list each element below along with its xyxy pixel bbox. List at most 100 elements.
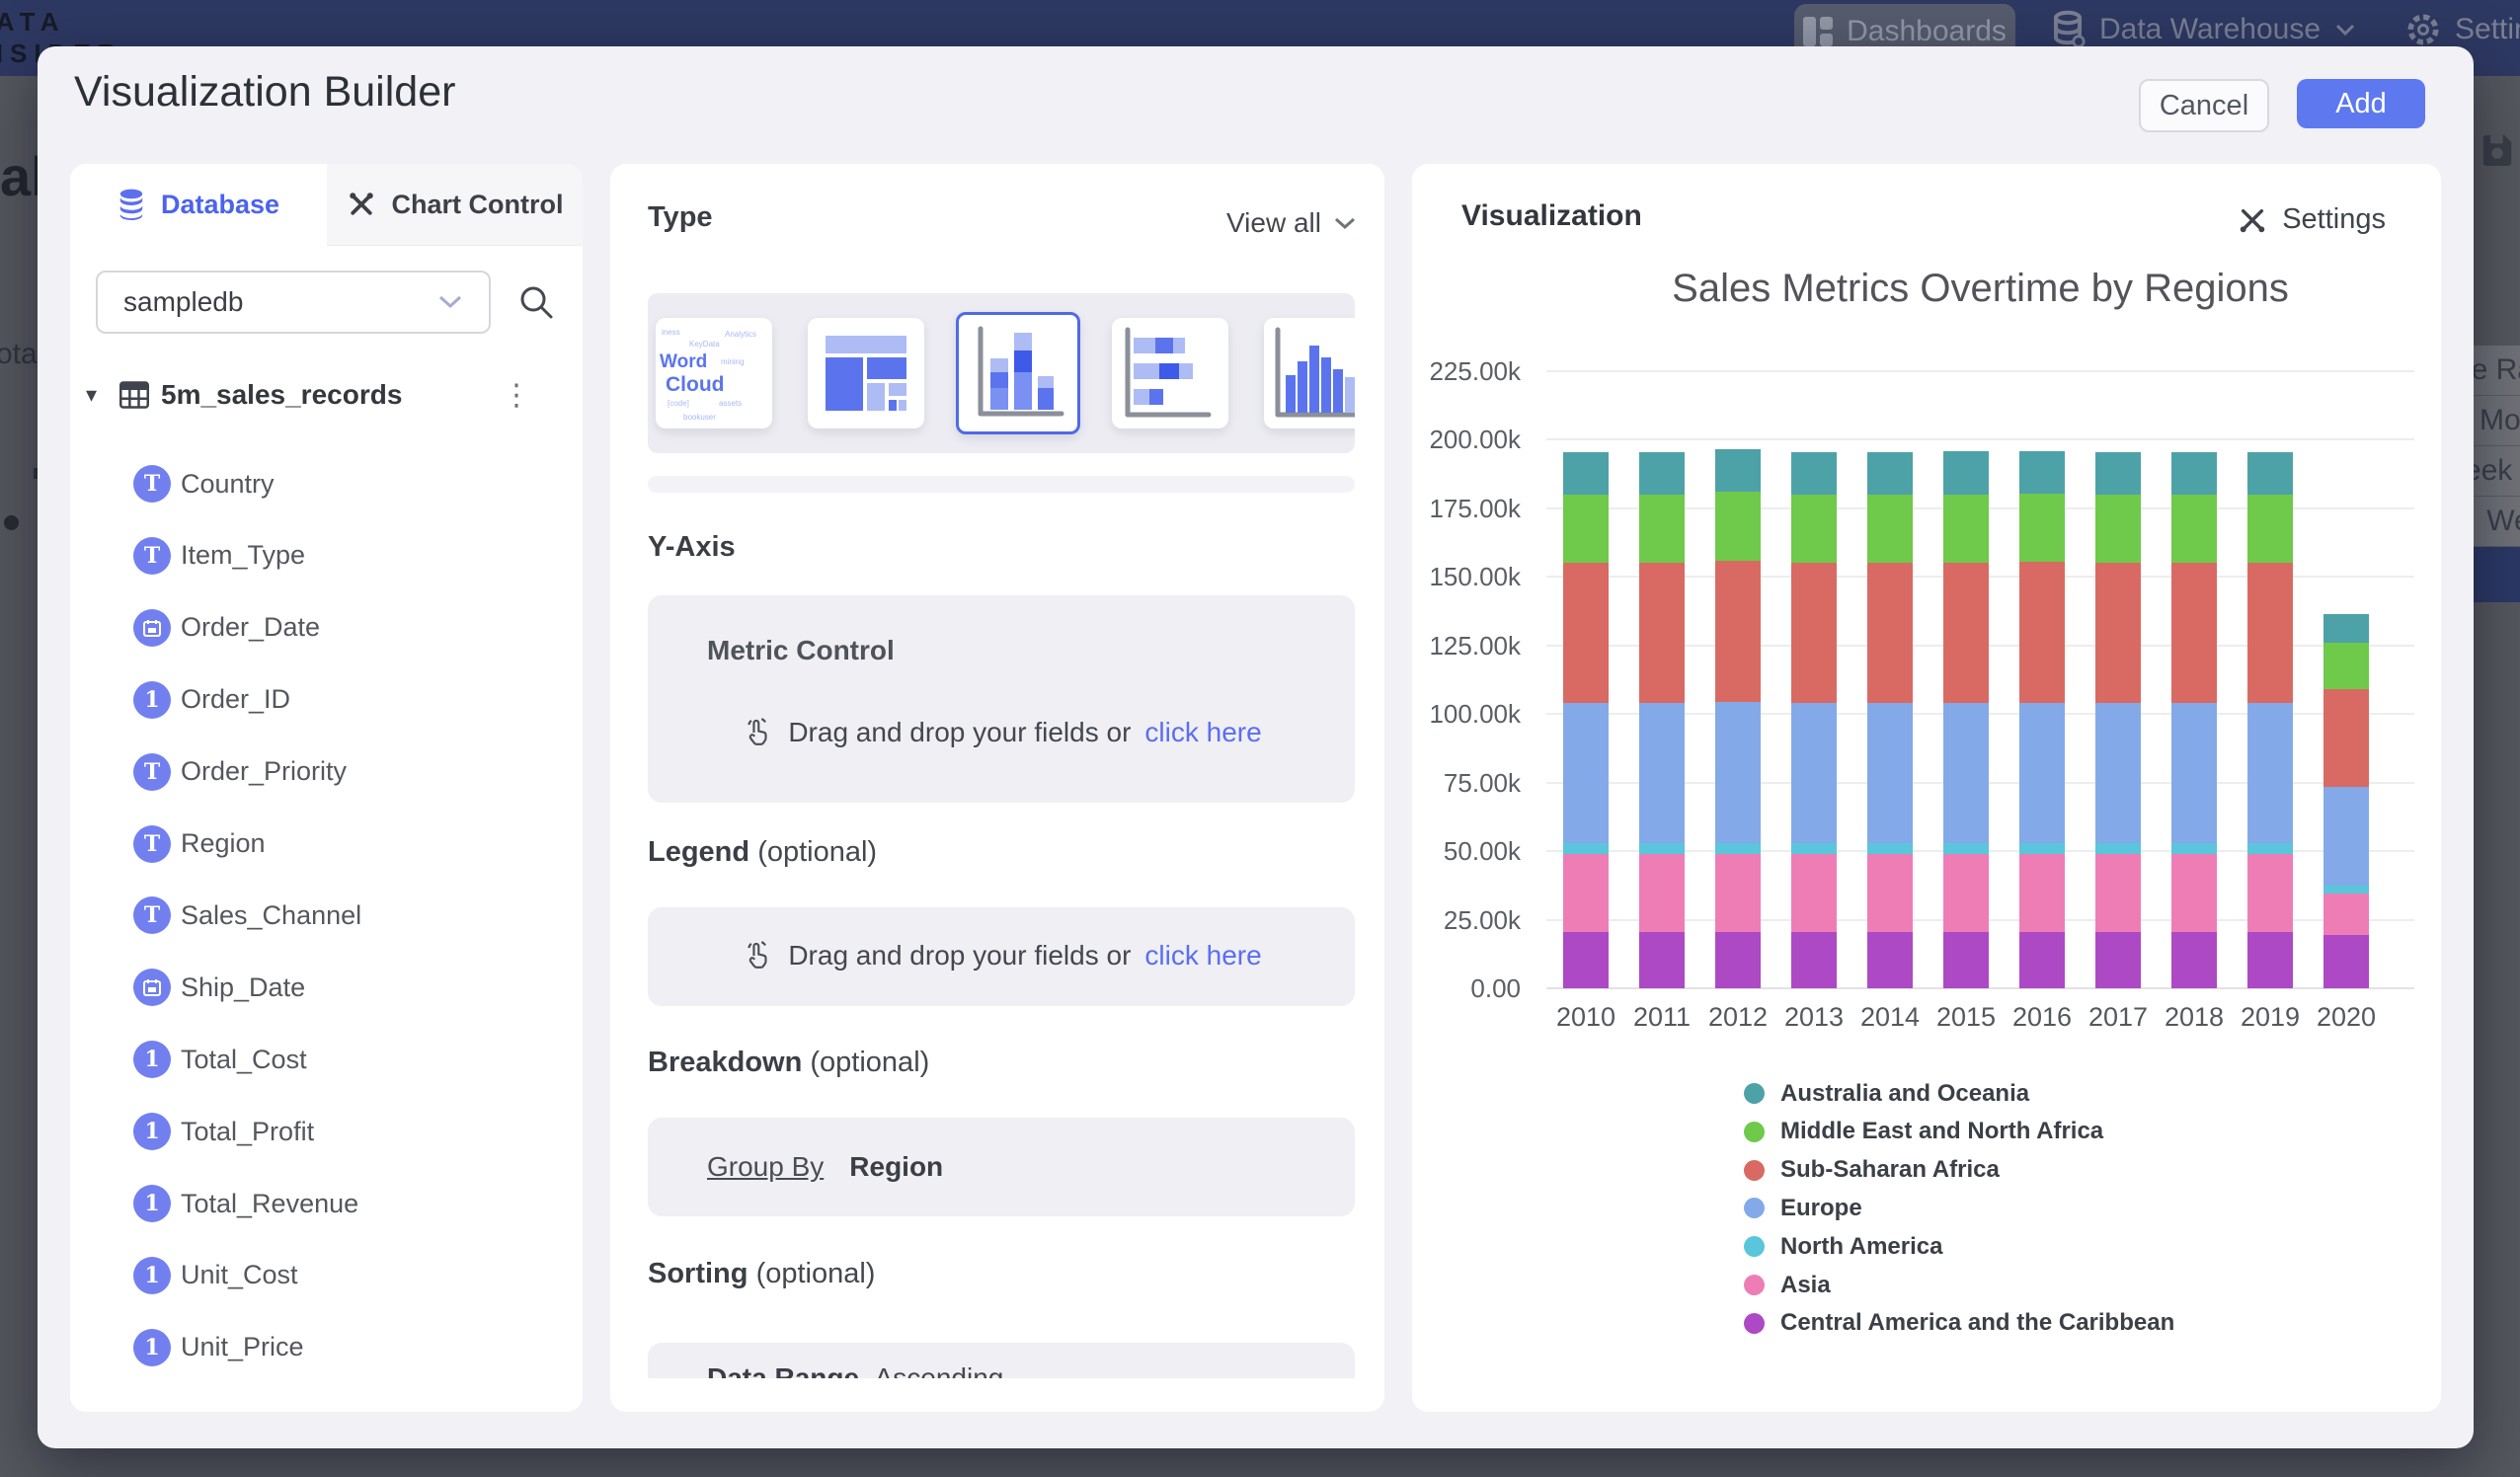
field-item-unit_price[interactable]: 1Unit_Price bbox=[70, 1312, 583, 1383]
field-item-order_id[interactable]: 1Order_ID bbox=[70, 664, 583, 736]
caret-down-icon[interactable]: ▾ bbox=[86, 382, 119, 408]
sorting-row[interactable]: Data Range Ascending bbox=[648, 1343, 1355, 1378]
legend-item[interactable]: North America bbox=[1744, 1227, 1942, 1266]
sorting-field-label: Data Range bbox=[707, 1362, 859, 1378]
bar-segment bbox=[2019, 451, 2065, 494]
tab-database[interactable]: Database bbox=[70, 164, 327, 245]
cancel-button[interactable]: Cancel bbox=[2139, 79, 2269, 132]
date-field-icon bbox=[133, 969, 171, 1006]
chart-type-treemap[interactable] bbox=[808, 318, 924, 428]
bar-2016 bbox=[2019, 451, 2065, 988]
field-item-order_date[interactable]: Order_Date bbox=[70, 592, 583, 663]
kebab-menu-icon[interactable]: ⋮ bbox=[502, 378, 531, 413]
bar-segment bbox=[1639, 703, 1685, 843]
field-item-total_cost[interactable]: 1Total_Cost bbox=[70, 1024, 583, 1095]
bar-segment bbox=[1791, 563, 1837, 703]
nav-data-warehouse-label: Data Warehouse bbox=[2099, 13, 2321, 46]
bar-segment bbox=[2019, 494, 2065, 562]
bar-segment bbox=[1639, 932, 1685, 988]
field-item-unit_cost[interactable]: 1Unit_Cost bbox=[70, 1240, 583, 1311]
legend-item[interactable]: Middle East and North Africa bbox=[1744, 1113, 2103, 1151]
legend-item[interactable]: Asia bbox=[1744, 1266, 1831, 1304]
drop-hint: Drag and drop your fields or bbox=[788, 940, 1131, 972]
database-panel: Database Chart Control sampledb ▾ 5m_sal… bbox=[70, 164, 583, 1412]
bar-segment bbox=[2247, 495, 2293, 563]
bar-segment bbox=[2171, 452, 2217, 495]
legend-item[interactable]: Europe bbox=[1744, 1189, 1862, 1227]
field-label: Region bbox=[181, 828, 266, 859]
field-item-region[interactable]: TRegion bbox=[70, 809, 583, 880]
field-item-country[interactable]: TCountry bbox=[70, 448, 583, 519]
group-by-label[interactable]: Group By bbox=[707, 1151, 824, 1183]
field-item-ship_date[interactable]: Ship_Date bbox=[70, 952, 583, 1023]
sorting-heading: Sorting (optional) bbox=[648, 1258, 875, 1290]
chart-settings-button[interactable]: Settings bbox=[2237, 203, 2386, 236]
bar-segment bbox=[2247, 452, 2293, 495]
field-label: Order_ID bbox=[181, 684, 290, 715]
field-item-sales_channel[interactable]: TSales_Channel bbox=[70, 880, 583, 951]
metric-control-dropzone[interactable]: Metric Control Drag and drop your fields… bbox=[648, 595, 1355, 803]
horizontal-scrollbar[interactable] bbox=[648, 476, 1355, 493]
bar-2017 bbox=[2095, 452, 2141, 988]
legend-label: Middle East and North Africa bbox=[1780, 1118, 2103, 1145]
bar-segment bbox=[2323, 689, 2369, 787]
field-item-order_priority[interactable]: TOrder_Priority bbox=[70, 737, 583, 808]
field-label: Ship_Date bbox=[181, 972, 305, 1003]
background-text-fragment: ota bbox=[0, 338, 38, 371]
background-bullet bbox=[4, 515, 19, 530]
tap-icon bbox=[741, 716, 774, 749]
chart-type-stacked-bar[interactable] bbox=[1112, 318, 1228, 428]
chart-type-word-cloud[interactable]: inessAnalyticsKeyDataWordCloudmining[cod… bbox=[656, 318, 772, 428]
bar-segment bbox=[1715, 854, 1761, 932]
legend-item[interactable]: Australia and Oceania bbox=[1744, 1074, 2029, 1113]
view-all-button[interactable]: View all bbox=[1226, 207, 1357, 239]
save-icon[interactable] bbox=[2481, 132, 2514, 166]
visualization-heading: Visualization bbox=[1461, 199, 1642, 233]
database-select[interactable]: sampledb bbox=[96, 271, 491, 334]
bar-segment bbox=[1715, 561, 1761, 702]
field-label: Item_Type bbox=[181, 540, 305, 571]
breakdown-groupby-row[interactable]: Group By Region bbox=[648, 1118, 1355, 1216]
breakdown-heading: Breakdown (optional) bbox=[648, 1047, 929, 1079]
click-here-link[interactable]: click here bbox=[1144, 940, 1261, 972]
tab-chart-control-label: Chart Control bbox=[392, 190, 564, 220]
y-axis-heading: Y-Axis bbox=[648, 531, 736, 564]
bar-2015 bbox=[1943, 451, 1989, 988]
field-item-total_revenue[interactable]: 1Total_Revenue bbox=[70, 1168, 583, 1239]
table-icon bbox=[119, 381, 149, 409]
legend-dropzone[interactable]: Drag and drop your fields or click here bbox=[648, 907, 1355, 1006]
field-label: Unit_Price bbox=[181, 1332, 304, 1362]
search-icon[interactable] bbox=[512, 278, 560, 326]
nav-dashboards-label: Dashboards bbox=[1847, 15, 2007, 48]
database-select-value: sampledb bbox=[123, 286, 243, 318]
dashboards-icon bbox=[1803, 17, 1833, 46]
chart-type-stacked-column[interactable] bbox=[956, 312, 1080, 434]
bar-segment bbox=[2323, 886, 2369, 894]
field-label: Order_Date bbox=[181, 612, 320, 643]
bar-segment bbox=[2095, 452, 2141, 495]
chart-type-column[interactable] bbox=[1264, 318, 1355, 428]
bar-segment bbox=[1791, 843, 1837, 854]
chevron-down-icon bbox=[1333, 216, 1357, 231]
legend-item[interactable]: Sub-Saharan Africa bbox=[1744, 1151, 2000, 1190]
bar-segment bbox=[1791, 452, 1837, 495]
add-button[interactable]: Add bbox=[2297, 79, 2425, 128]
text-field-icon: T bbox=[133, 465, 171, 503]
tab-chart-control[interactable]: Chart Control bbox=[327, 164, 583, 246]
group-by-value[interactable]: Region bbox=[849, 1151, 943, 1183]
number-field-icon: 1 bbox=[133, 1113, 171, 1150]
field-label: Unit_Cost bbox=[181, 1260, 298, 1290]
legend-dot bbox=[1744, 1313, 1765, 1334]
field-item-total_profit[interactable]: 1Total_Profit bbox=[70, 1096, 583, 1167]
field-item-item_type[interactable]: TItem_Type bbox=[70, 520, 583, 591]
bar-segment bbox=[2095, 843, 2141, 854]
bar-segment bbox=[1943, 451, 1989, 495]
legend-item[interactable]: Central America and the Caribbean bbox=[1744, 1304, 2174, 1343]
chart-settings-label: Settings bbox=[2282, 203, 2386, 236]
bar-2018 bbox=[2171, 452, 2217, 988]
table-tree-row[interactable]: ▾ 5m_sales_records ⋮ bbox=[86, 373, 567, 417]
bar-segment bbox=[2019, 843, 2065, 854]
click-here-link[interactable]: click here bbox=[1144, 717, 1261, 748]
bar-2012 bbox=[1715, 449, 1761, 988]
bar-segment bbox=[1867, 495, 1913, 563]
